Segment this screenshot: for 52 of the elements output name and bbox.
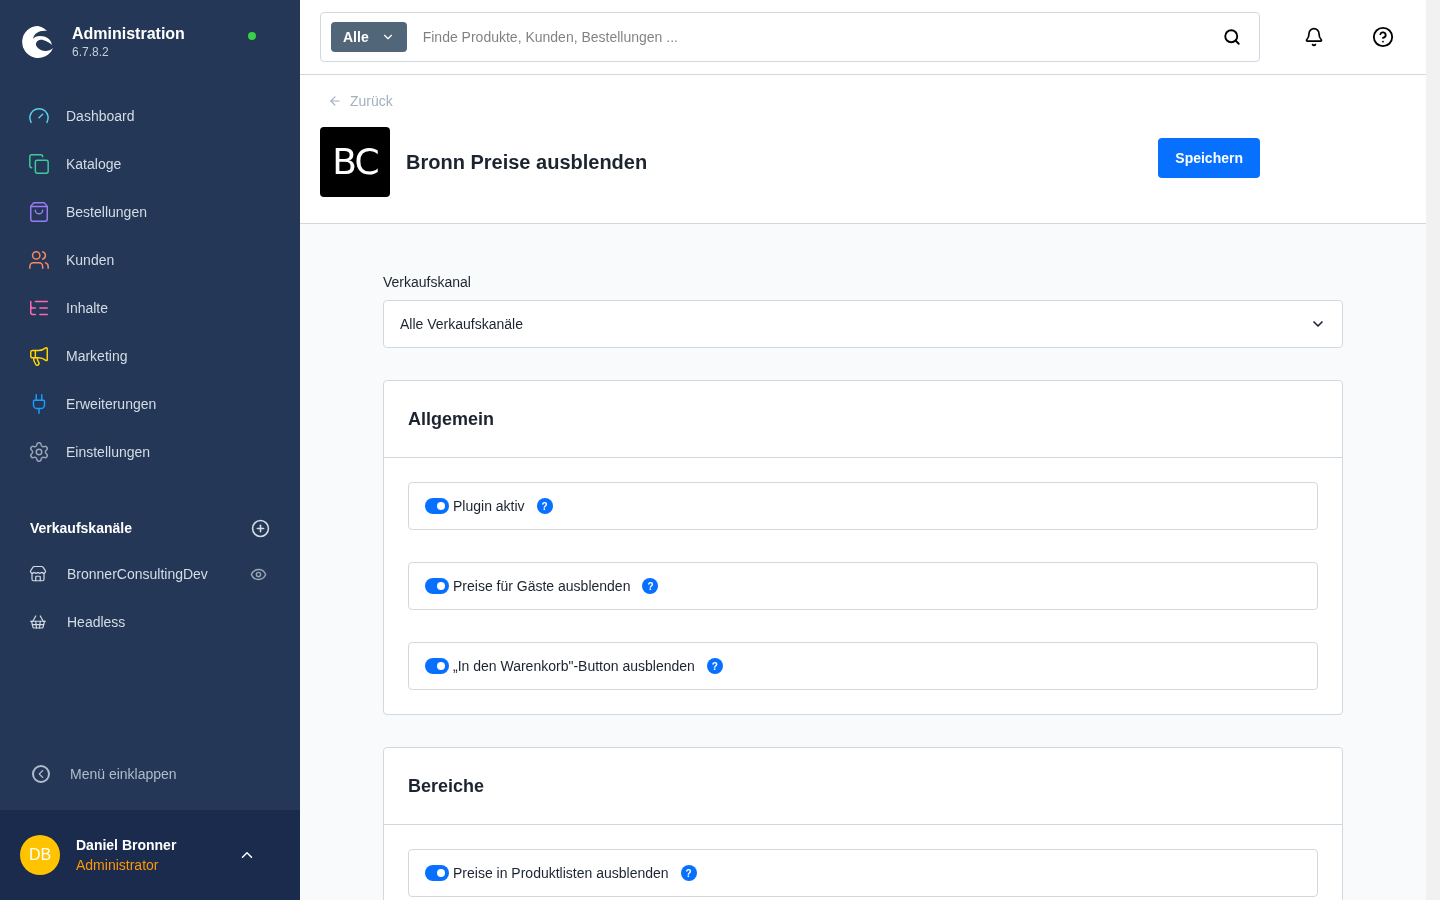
basket-icon [29, 613, 47, 631]
bag-icon [28, 201, 50, 223]
megaphone-icon [28, 345, 50, 367]
nav-item[interactable]: Dashboard [0, 92, 300, 140]
copy-icon [28, 153, 50, 175]
help-icon[interactable]: ? [536, 498, 553, 514]
search-icon[interactable] [1223, 28, 1241, 46]
search-field[interactable]: Alle Finde Produkte, Kunden, Bestellungen ... [320, 12, 1260, 62]
setting-label: „In den Warenkorb"-Button ausblenden [453, 657, 695, 676]
version-label: 6.7.8.2 [72, 44, 110, 60]
section-title: Verkaufskanäle [30, 519, 132, 538]
avatar: DB [20, 835, 60, 875]
toggle-switch[interactable] [425, 578, 449, 594]
channel-item[interactable]: BronnerConsultingDev [29, 564, 250, 584]
plugin-logo: BC [320, 127, 390, 197]
toggle-switch[interactable] [425, 865, 449, 881]
nav-item[interactable]: Einstellungen [0, 428, 300, 476]
channel-item[interactable]: Headless [29, 612, 271, 632]
user-role: Administrator [76, 856, 160, 875]
nav-item[interactable]: Bestellungen [0, 188, 300, 236]
nav-item[interactable]: Marketing [0, 332, 300, 380]
user-panel[interactable]: DB Daniel Bronner Administrator [0, 810, 300, 900]
settings-icon [28, 441, 50, 463]
help-icon[interactable]: ? [642, 578, 659, 594]
setting-label: Plugin aktiv [453, 497, 525, 516]
users-icon [28, 249, 50, 271]
nav-item[interactable]: Kataloge [0, 140, 300, 188]
help-icon[interactable]: ? [680, 865, 697, 881]
scope-dropdown[interactable]: Alle [331, 22, 407, 52]
setting-label: Preise in Produktlisten ausblenden [453, 864, 669, 883]
nav-item[interactable]: Inhalte [0, 284, 300, 332]
bell-icon[interactable] [1304, 27, 1324, 47]
app-title: Administration [72, 24, 186, 44]
collapse-menu-button[interactable]: Menü einklappen [0, 750, 300, 798]
user-name: Daniel Bronner [76, 836, 178, 855]
logo-icon [20, 24, 56, 60]
setting-label: Preise für Gäste ausblenden [453, 577, 631, 596]
help-icon[interactable] [1372, 26, 1394, 48]
field-label: Verkaufskanal [383, 273, 472, 292]
channel-select[interactable]: Alle Verkaufskanäle [383, 300, 1343, 348]
card-title: Bereiche [408, 775, 485, 798]
save-button[interactable]: Speichern [1158, 138, 1260, 178]
card-title: Allgemein [408, 408, 495, 431]
toggle-switch[interactable] [425, 658, 449, 674]
add-icon[interactable] [251, 518, 270, 538]
store-icon [29, 565, 47, 583]
toggle-switch[interactable] [425, 498, 449, 514]
chevron-left-icon [32, 765, 50, 783]
nav-item[interactable]: Erweiterungen [0, 380, 300, 428]
nav-item[interactable]: Kunden [0, 236, 300, 284]
page-title: Bronn Preise ausblenden [406, 150, 649, 175]
help-icon[interactable]: ? [706, 658, 723, 674]
